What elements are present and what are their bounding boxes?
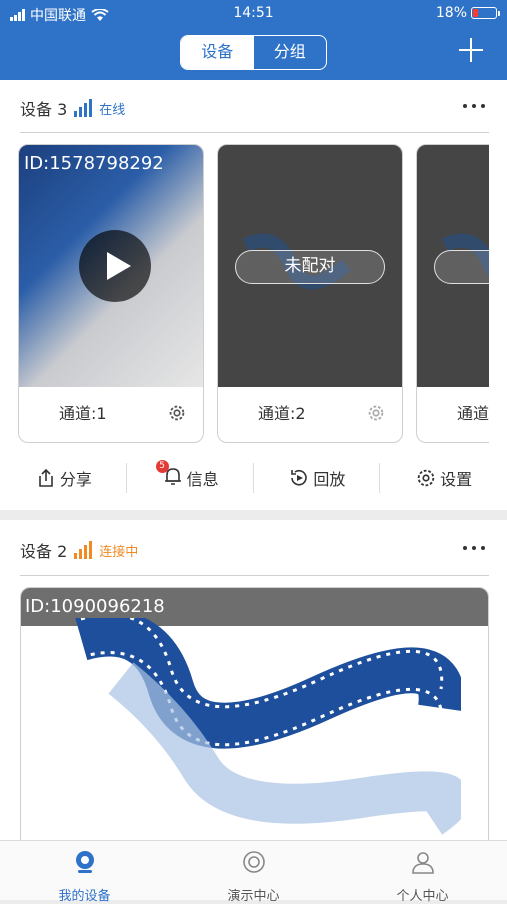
- demo-icon: [242, 851, 265, 873]
- add-device-button[interactable]: [459, 38, 483, 62]
- channel-list[interactable]: ID:1578798292 通道:1 未配对 通道:2 未 通道: [18, 144, 489, 444]
- unpaired-status: 未配对: [235, 250, 385, 284]
- tab-label: 我的设备: [58, 889, 111, 904]
- signal-strength-icon: [74, 541, 93, 559]
- film-reel-icon: [75, 618, 461, 835]
- device-name: 设备 3: [20, 100, 68, 119]
- more-options-button[interactable]: [463, 546, 485, 550]
- playback-label: 回放: [313, 470, 346, 489]
- channel-card[interactable]: ID:1090096218: [20, 587, 489, 847]
- share-label: 分享: [59, 470, 92, 489]
- channel-id: ID:1090096218: [25, 596, 165, 617]
- device-header: 设备 3 在线: [20, 96, 125, 120]
- camera-preview[interactable]: 未配对: [218, 145, 402, 387]
- clock: 14:51: [233, 5, 274, 21]
- playback-button[interactable]: 回放: [254, 458, 381, 498]
- play-icon[interactable]: [79, 230, 151, 302]
- channel-settings-icon[interactable]: [166, 402, 188, 424]
- playback-icon: [291, 469, 308, 486]
- camera-preview[interactable]: 未: [417, 145, 489, 387]
- device-state: 连接中: [99, 544, 139, 560]
- device-state: 在线: [99, 102, 126, 118]
- channel-label: 通道:2: [258, 404, 306, 423]
- tab-groups[interactable]: 分组: [254, 36, 327, 69]
- channel-card[interactable]: 未 通道: [416, 144, 489, 443]
- channel-label: 通道: [457, 404, 489, 423]
- channel-label: 通道:1: [59, 404, 107, 423]
- share-icon: [39, 468, 53, 487]
- device-name: 设备 2: [20, 542, 68, 561]
- device-action-bar: 分享 5 信息 回放 设置: [0, 458, 507, 498]
- tab-devices[interactable]: 设备: [181, 36, 254, 69]
- share-button[interactable]: 分享: [0, 458, 127, 498]
- device-card: 设备 2 连接中 ID:1090096218: [0, 520, 507, 847]
- device-header: 设备 2 连接中: [20, 538, 138, 562]
- tab-demo-center[interactable]: 演示中心: [169, 841, 338, 904]
- divider: [20, 132, 489, 133]
- battery-icon: [471, 7, 500, 19]
- camera-icon: [75, 851, 94, 873]
- user-icon: [411, 852, 434, 874]
- app-header: 中国联通 14:51 18% 设备 分组: [0, 0, 507, 80]
- gear-icon: [417, 469, 435, 487]
- camera-preview[interactable]: ID:1578798292: [19, 145, 203, 387]
- channel-id: ID:1578798292: [24, 153, 164, 174]
- channel-card[interactable]: 未配对 通道:2: [217, 144, 403, 443]
- signal-strength-icon: [74, 99, 93, 117]
- settings-label: 设置: [440, 470, 473, 489]
- bottom-tab-bar: 我的设备 演示中心 个人中心: [0, 840, 507, 904]
- unpaired-status: 未: [434, 250, 489, 284]
- info-label: 信息: [186, 470, 219, 489]
- more-options-button[interactable]: [463, 104, 485, 108]
- view-segmented-control: 设备 分组: [180, 35, 327, 70]
- info-button[interactable]: 5 信息: [127, 458, 254, 498]
- battery-percent: 18%: [435, 5, 467, 21]
- tab-label: 个人中心: [396, 889, 449, 904]
- tab-personal-center[interactable]: 个人中心: [338, 841, 507, 904]
- settings-button[interactable]: 设置: [380, 458, 507, 498]
- tab-label: 演示中心: [227, 889, 280, 904]
- status-bar: 中国联通 14:51 18%: [0, 0, 507, 28]
- divider: [20, 575, 489, 576]
- tab-my-devices[interactable]: 我的设备: [0, 841, 169, 904]
- unread-badge: 5: [155, 460, 169, 473]
- channel-card[interactable]: ID:1578798292 通道:1: [18, 144, 204, 443]
- channel-settings-icon[interactable]: [365, 402, 387, 424]
- device-card: 设备 3 在线 ID:1578798292 通道:1 未配对 通道:2 未 通道…: [0, 80, 507, 510]
